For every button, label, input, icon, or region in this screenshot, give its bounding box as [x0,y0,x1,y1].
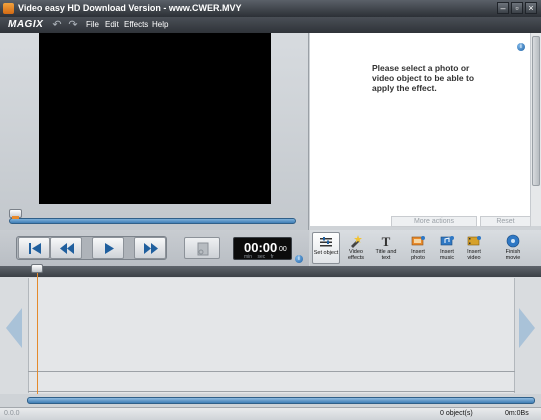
scroll-right-arrow[interactable] [519,308,535,348]
menu-help[interactable]: Help [152,20,168,29]
tool-label: Finish movie [505,249,521,261]
rewind-icon [60,243,74,254]
timeline-scrollbar[interactable] [27,397,535,404]
playhead-marker[interactable] [31,264,43,273]
movie-duration: 0m:0Bs [505,410,529,417]
timecode-units: min sec fr [244,254,274,260]
reset-button[interactable]: Reset [480,216,531,227]
storyboard-track[interactable] [28,278,515,393]
maximize-button[interactable]: ▫ [511,2,523,14]
tool-set-object[interactable]: Set object [312,232,340,264]
menu-file[interactable]: File [86,20,99,29]
tool-label: Video effects [347,249,365,261]
playhead-line [37,273,38,394]
finish-movie-icon [506,234,520,248]
storyboard-divider [28,391,515,392]
video-preview[interactable] [39,33,271,204]
skip-to-start-button[interactable] [18,237,50,259]
timecode-display: 00:00 00 min sec fr [233,237,292,260]
title-text-icon: T [382,234,391,248]
timecode-info-icon[interactable]: i [295,255,303,263]
magix-logo: MAGIX [8,19,44,30]
insert-photo-icon [411,236,425,246]
tool-insert-video[interactable]: Insert video [460,232,488,264]
storyboard-divider [28,371,515,372]
app-icon [3,3,14,14]
video-effects-icon [351,235,362,248]
scroll-left-arrow[interactable] [6,308,22,348]
undo-icon[interactable]: ↶ [51,19,63,31]
status-bar: 0.0.0 0 object(s) 0m:0Bs [0,407,541,420]
fast-forward-button[interactable] [134,237,166,259]
insert-music-icon [440,236,454,246]
timecode-value: 00:00 [244,240,278,255]
play-button[interactable] [92,237,124,259]
effects-scrollbar[interactable] [530,33,541,226]
object-count: 0 object(s) [440,410,473,417]
skip-to-start-icon [29,243,41,254]
close-button[interactable]: × [525,2,537,14]
tool-insert-photo[interactable]: Insert photo [404,232,432,264]
status-info: 0.0.0 [4,410,20,417]
timeline-ruler[interactable] [0,266,541,277]
rewind-button[interactable] [50,237,82,259]
preview-scrub-bar[interactable] [9,218,296,224]
menu-effects[interactable]: Effects [124,20,148,29]
preview-scrub-handle[interactable] [9,209,22,219]
set-object-icon [320,237,332,247]
tool-finish-movie[interactable]: Finish movie [499,232,527,264]
play-icon [105,243,114,254]
tool-insert-music[interactable]: Insert music [433,232,461,264]
tool-label: Insert video [467,249,481,261]
window-title: Video easy HD Download Version - www.CWE… [18,3,242,13]
menu-edit[interactable]: Edit [105,20,119,29]
insert-video-icon [467,236,481,246]
timecode-frames: 00 [279,246,287,253]
tool-label: Title and text [375,249,397,261]
menu-bar: MAGIX ↶ ↷ File Edit Effects Help [0,17,541,33]
tool-label: Set object [313,250,339,256]
tool-label: Insert photo [411,249,425,261]
info-icon[interactable]: i [517,43,525,51]
tool-title-text[interactable]: T Title and text [372,232,400,264]
title-bar: Video easy HD Download Version - www.CWE… [0,0,541,17]
tool-video-effects[interactable]: Video effects [342,232,370,264]
minimize-button[interactable]: – [497,2,509,14]
effects-message: Please select a photo or video object to… [372,63,475,93]
tool-label: Insert music [439,249,455,261]
fast-forward-icon [144,243,158,254]
svg-text:T: T [382,234,391,248]
effects-panel [310,33,530,226]
effects-scroll-thumb[interactable] [532,36,540,186]
redo-icon[interactable]: ↷ [67,19,79,31]
scissors-icon [197,242,209,256]
more-actions-button[interactable]: More actions [391,216,477,227]
split-clip-button[interactable] [184,237,220,259]
